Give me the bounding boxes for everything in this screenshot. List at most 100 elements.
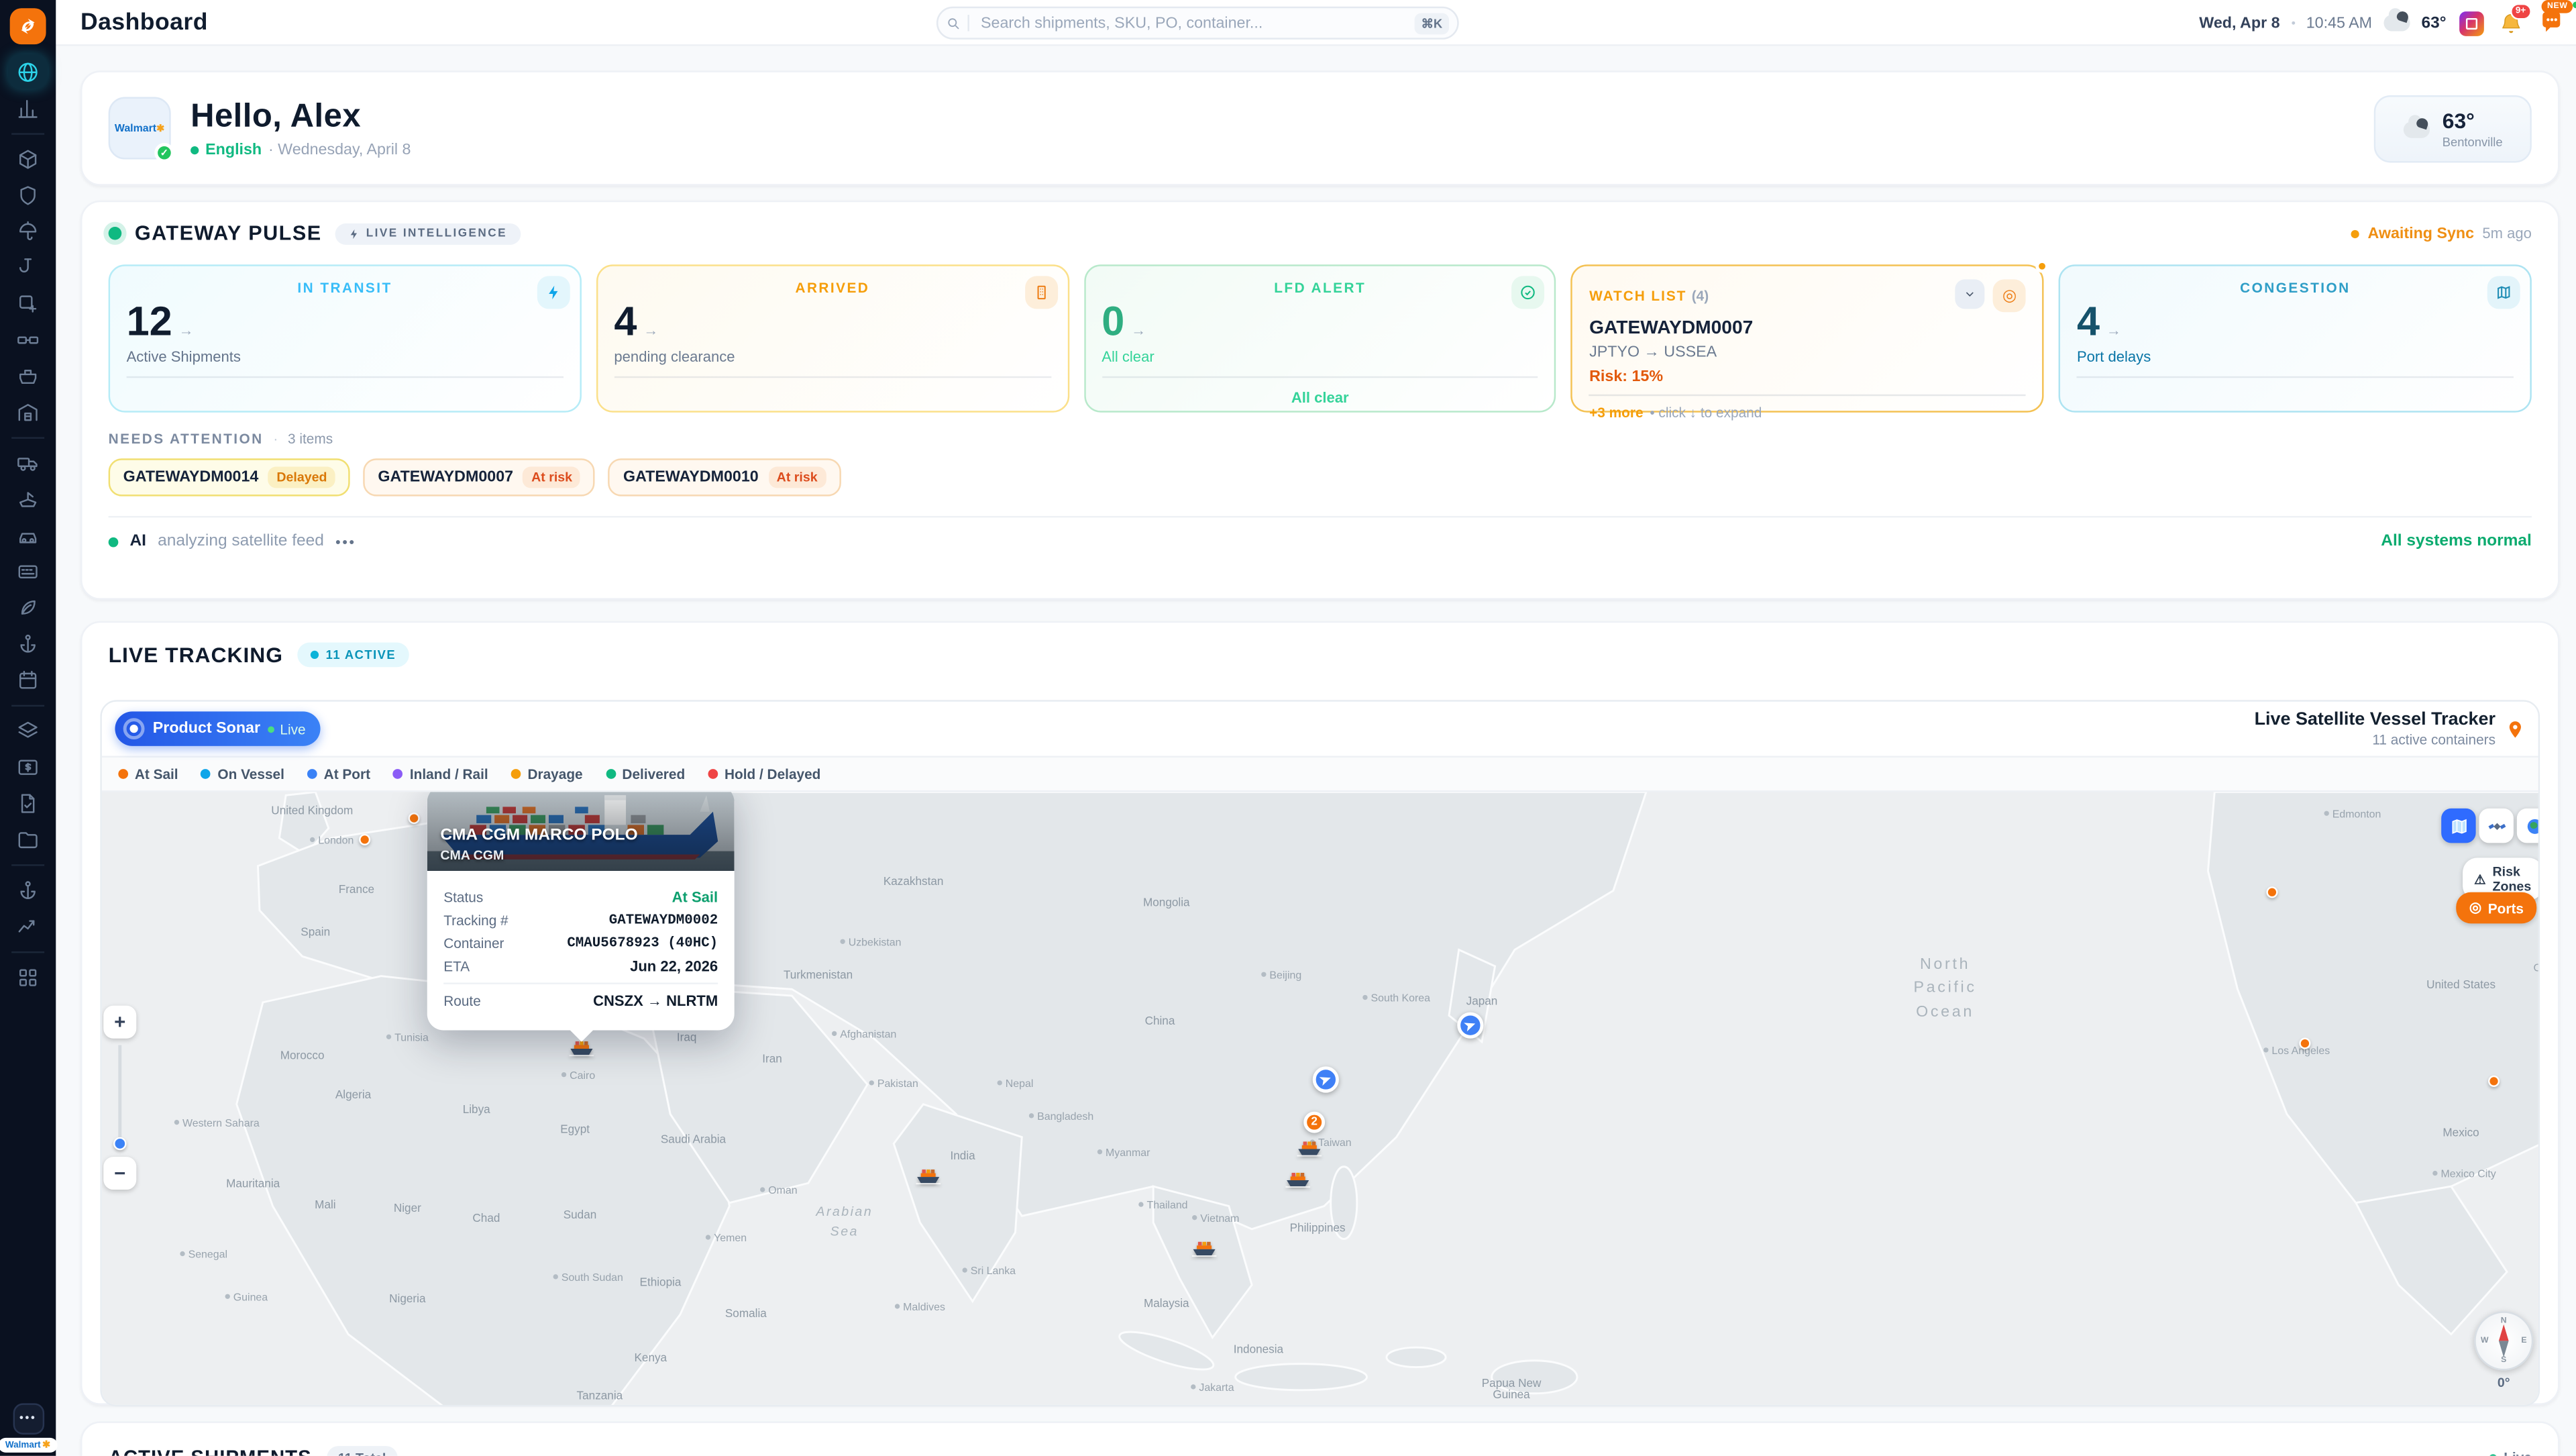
chat-launcher-button[interactable]: •••	[12, 1403, 44, 1435]
apps-icon	[16, 966, 39, 988]
ai-status-dot	[109, 537, 119, 547]
walmart-spark-icon: ✱	[42, 1439, 50, 1451]
map-layer-default-button[interactable]	[2441, 809, 2475, 843]
status-badge: At risk	[523, 467, 580, 488]
legend-item: Delivered	[606, 766, 685, 782]
ship-marker[interactable]	[1285, 1167, 1310, 1196]
satellite-icon	[2487, 816, 2506, 835]
ferry-icon	[16, 487, 39, 510]
ship-marker[interactable]	[1192, 1236, 1217, 1265]
zoom-slider-knob[interactable]	[113, 1137, 127, 1151]
sidebar-item-trends[interactable]	[8, 908, 48, 943]
attention-chip[interactable]: GATEWAYDM0014Delayed	[109, 458, 350, 496]
notifications-button[interactable]: 9+	[2497, 9, 2525, 37]
weather-widget[interactable]: 63° Bentonville	[2374, 95, 2532, 162]
port-marker[interactable]	[2299, 1038, 2310, 1049]
kpi-lfd-alert[interactable]: LFD ALERT 0→ All clear All clear	[1083, 264, 1556, 412]
vessel-marker[interactable]	[1457, 1012, 1483, 1039]
apps-store-button[interactable]	[2458, 9, 2486, 37]
sidebar-item-leaf[interactable]	[8, 590, 48, 624]
tooltip-status: At Sail	[672, 889, 718, 905]
ship-marker[interactable]	[1297, 1135, 1322, 1165]
ports-button[interactable]: ◎Ports	[2456, 892, 2536, 924]
kpi-watch-list[interactable]: WATCH LIST(4) ◎ GATEWAYDM0007 JPTYO → US…	[1571, 264, 2044, 412]
sidebar-item-vessel[interactable]	[8, 358, 48, 393]
zoom-slider-track[interactable]	[118, 1045, 121, 1151]
legend-item: At Sail	[118, 766, 178, 782]
zoom-out-button[interactable]: −	[103, 1157, 136, 1190]
search-input[interactable]	[977, 12, 1415, 34]
cargo-ship-icon	[1192, 1239, 1217, 1257]
port-marker[interactable]	[359, 834, 370, 845]
sidebar-item-box-add[interactable]	[8, 286, 48, 320]
sidebar-item-calendar[interactable]	[8, 662, 48, 696]
sidebar-item-folder[interactable]	[8, 821, 48, 855]
greeting-card: Walmart✱ ✓ Hello, Alex English · Wednesd…	[80, 70, 2560, 185]
kpi-subtitle: All clear	[1102, 348, 1538, 364]
kpi-footer: All clear	[1102, 389, 1538, 405]
sidebar-item-billing[interactable]	[8, 749, 48, 784]
map-chip-icon	[2487, 276, 2520, 309]
sidebar-item-anchor[interactable]	[8, 626, 48, 660]
watch-shipment-id[interactable]: GATEWAYDM0007	[1589, 319, 2026, 338]
cluster-marker[interactable]: 2	[1303, 1112, 1325, 1133]
sidebar-item-globe[interactable]	[8, 54, 48, 89]
zoom-in-button[interactable]: +	[103, 1006, 136, 1039]
sidebar-item-drayage[interactable]	[8, 517, 48, 552]
pulse-status-dot	[109, 227, 122, 240]
sonar-live-label: Live	[268, 721, 305, 737]
language-label[interactable]: English	[205, 140, 262, 158]
kpi-in-transit[interactable]: IN TRANSIT 12→ Active Shipments	[109, 264, 582, 412]
avatar[interactable]: Walmart✱ ✓	[109, 97, 171, 159]
watch-more[interactable]: +3 more	[1589, 404, 1643, 420]
legend-item: On Vessel	[201, 766, 284, 782]
sidebar-item-terminal[interactable]	[8, 554, 48, 588]
sidebar-item-hook[interactable]	[8, 250, 48, 284]
sidebar-item-umbrella[interactable]	[8, 213, 48, 248]
messages-button[interactable]: NEW	[2536, 9, 2565, 37]
sidebar-item-analytics[interactable]	[8, 91, 48, 125]
map-layer-satellite-button[interactable]	[2479, 809, 2514, 843]
product-sonar-toggle[interactable]: Product Sonar Live	[115, 711, 320, 745]
attention-chip[interactable]: GATEWAYDM0007At risk	[363, 458, 595, 496]
cloud-icon	[2403, 121, 2429, 137]
expand-chevron-button[interactable]	[1955, 279, 1985, 309]
port-icon	[16, 878, 39, 901]
port-marker[interactable]	[2266, 886, 2277, 898]
vessel-marker[interactable]	[1313, 1066, 1339, 1092]
active-shipments-bar[interactable]: ACTIVE SHIPMENTS 11 Total Live	[80, 1421, 2560, 1455]
sidebar-item-ferry[interactable]	[8, 482, 48, 516]
attention-chip[interactable]: GATEWAYDM0010At risk	[608, 458, 841, 496]
app-logo[interactable]	[10, 8, 46, 44]
world-map[interactable]: United KingdomLondonFranceSpainMoroccoTu…	[102, 792, 2540, 1406]
sidebar-nav	[0, 54, 56, 996]
sidebar-item-truck[interactable]	[8, 446, 48, 480]
search-icon	[947, 15, 961, 30]
cargo-ship-icon	[916, 1167, 941, 1185]
sync-status-dot	[2351, 229, 2359, 238]
compass[interactable]: NSWE	[2474, 1311, 2533, 1370]
map-layer-globe-button[interactable]	[2517, 809, 2540, 843]
sidebar-divider	[11, 437, 44, 438]
sidebar-item-documents[interactable]	[8, 786, 48, 820]
kpi-congestion[interactable]: CONGESTION 4→ Port delays	[2059, 264, 2532, 412]
sidebar-item-apps[interactable]	[8, 959, 48, 994]
tooltip-route: CNSZX → NLRTM	[593, 992, 718, 1008]
port-marker[interactable]	[2488, 1076, 2500, 1087]
vessel-tooltip[interactable]: CMA CGM MARCO POLO CMA CGM StatusAt Sail…	[427, 792, 735, 1030]
sidebar-item-port[interactable]	[8, 872, 48, 906]
search-box[interactable]: ⌘K	[936, 7, 1459, 40]
sidebar-item-layers[interactable]	[8, 713, 48, 747]
legend-dot	[606, 769, 616, 779]
watch-target-button[interactable]: ◎	[1993, 279, 2026, 312]
ship-marker[interactable]	[916, 1163, 941, 1193]
tooltip-vessel-name: CMA CGM MARCO POLO	[440, 827, 637, 845]
tooltip-tracking-number: GATEWAYDM0002	[609, 912, 718, 928]
port-marker[interactable]	[409, 813, 420, 824]
sidebar-item-shield[interactable]	[8, 177, 48, 211]
sidebar-item-packages[interactable]	[8, 142, 48, 176]
sidebar-item-warehouse[interactable]	[8, 395, 48, 429]
sidebar-item-containers[interactable]	[8, 322, 48, 356]
kpi-arrived[interactable]: ARRIVED 4→ pending clearance	[596, 264, 1069, 412]
watch-route: JPTYO → USSEA	[1589, 344, 2026, 362]
